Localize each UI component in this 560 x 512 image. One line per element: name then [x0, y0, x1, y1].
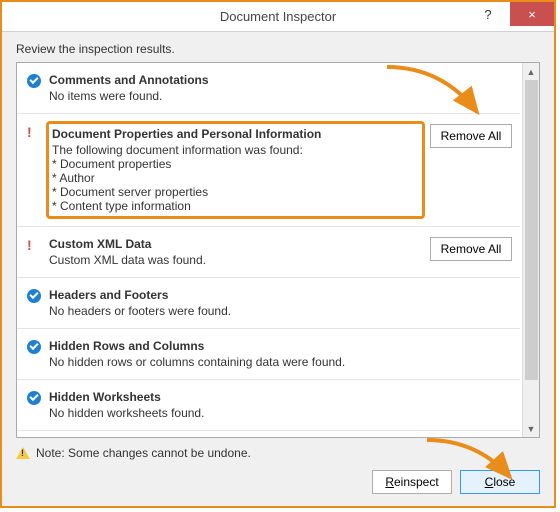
footer-buttons: Reinspect Close — [372, 470, 540, 494]
result-section: Invisible Content — [17, 431, 520, 437]
section-detail: No hidden rows or columns containing dat… — [49, 355, 422, 369]
section-heading: Document Properties and Personal Informa… — [52, 127, 419, 141]
close-button[interactable]: Close — [460, 470, 540, 494]
result-section: !Custom XML Data Custom XML data was foun… — [17, 227, 520, 278]
result-section: !Document Properties and Personal Inform… — [17, 114, 520, 227]
scroll-thumb[interactable] — [525, 80, 538, 380]
result-section: Headers and Footers No headers or footers… — [17, 278, 520, 329]
instruction-text: Review the inspection results. — [2, 32, 554, 62]
dialog-window: Document Inspector ? × Review the inspec… — [0, 0, 556, 508]
remove-all-button[interactable]: Remove All — [430, 124, 512, 148]
section-heading: Hidden Worksheets — [49, 390, 422, 404]
result-section: Comments and Annotations No items were fo… — [17, 63, 520, 114]
ok-icon — [27, 391, 41, 405]
help-button[interactable]: ? — [466, 2, 510, 26]
section-heading: Custom XML Data — [49, 237, 422, 251]
close-label-rest: lose — [493, 475, 515, 489]
highlight-box: Document Properties and Personal Informa… — [46, 121, 425, 219]
alert-icon: ! — [27, 238, 49, 252]
ok-icon — [27, 289, 41, 303]
reinspect-label-rest: einspect — [394, 475, 439, 489]
warning-icon — [16, 447, 30, 459]
scrollbar[interactable]: ▲ ▼ — [522, 63, 539, 437]
section-heading: Headers and Footers — [49, 288, 422, 302]
results-pane: Comments and Annotations No items were fo… — [16, 62, 540, 438]
remove-all-button[interactable]: Remove All — [430, 237, 512, 261]
scroll-up-arrow[interactable]: ▲ — [523, 63, 539, 80]
section-heading: Hidden Rows and Columns — [49, 339, 422, 353]
section-detail: The following document information was f… — [52, 143, 419, 213]
titlebar: Document Inspector ? × — [2, 2, 554, 32]
section-detail: No items were found. — [49, 89, 422, 103]
section-detail: No headers or footers were found. — [49, 304, 422, 318]
section-detail: No hidden worksheets found. — [49, 406, 422, 420]
reinspect-button[interactable]: Reinspect — [372, 470, 452, 494]
window-close-button[interactable]: × — [510, 2, 554, 26]
section-heading: Comments and Annotations — [49, 73, 422, 87]
result-section: Hidden Rows and Columns No hidden rows or… — [17, 329, 520, 380]
scroll-down-arrow[interactable]: ▼ — [523, 420, 539, 437]
footer-note-row: Note: Some changes cannot be undone. — [2, 438, 554, 460]
ok-icon — [27, 74, 41, 88]
results-list: Comments and Annotations No items were fo… — [17, 63, 522, 437]
section-detail: Custom XML data was found. — [49, 253, 422, 267]
titlebar-buttons: ? × — [466, 2, 554, 32]
footer-note-text: Note: Some changes cannot be undone. — [36, 446, 251, 460]
ok-icon — [27, 340, 41, 354]
result-section: Hidden Worksheets No hidden worksheets fo… — [17, 380, 520, 431]
